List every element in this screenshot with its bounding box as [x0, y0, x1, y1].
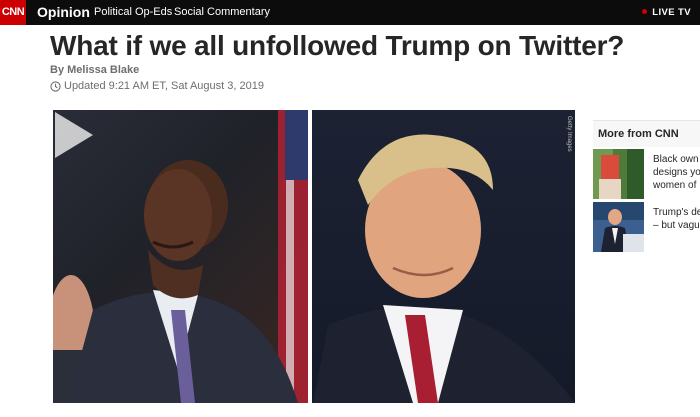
rail-story-2-thumbnail — [593, 202, 644, 252]
nav-link-political-op-eds[interactable]: Political Op-Eds — [94, 6, 172, 18]
rail-story-2[interactable]: Trump's de – but vagu — [593, 200, 700, 253]
video-scene — [53, 110, 575, 403]
rail-story-1-thumbnail — [593, 149, 644, 199]
page-title: What if we all unfollowed Trump on Twitt… — [50, 30, 625, 61]
rail-story-2-headline[interactable]: Trump's de – but vagu — [653, 206, 700, 232]
live-dot-icon — [642, 9, 648, 14]
byline: By Melissa Blake — [50, 64, 140, 76]
top-nav: CNN Opinion Political Op-Eds Social Comm… — [0, 0, 700, 25]
clock-icon — [50, 80, 61, 92]
updated-timestamp: Updated 9:21 AM ET, Sat August 3, 2019 — [50, 80, 264, 92]
cnn-logo[interactable]: CNN — [0, 0, 26, 25]
section-opinion-link[interactable]: Opinion — [37, 4, 90, 20]
more-from-cnn-heading: More from CNN — [593, 120, 700, 147]
rail-story-1[interactable]: Black own designs yo women of — [593, 147, 700, 199]
image-credit: Getty Images — [566, 116, 572, 152]
rail-story-1-headline[interactable]: Black own designs yo women of — [653, 153, 700, 192]
updated-text: Updated 9:21 AM ET, Sat August 3, 2019 — [64, 80, 264, 92]
live-tv-button[interactable]: LIVE TV — [642, 7, 691, 18]
video-player[interactable]: Getty Images — [53, 110, 575, 403]
live-tv-label: LIVE TV — [652, 7, 691, 18]
nav-link-social-commentary[interactable]: Social Commentary — [174, 6, 270, 18]
play-icon[interactable] — [53, 110, 95, 160]
